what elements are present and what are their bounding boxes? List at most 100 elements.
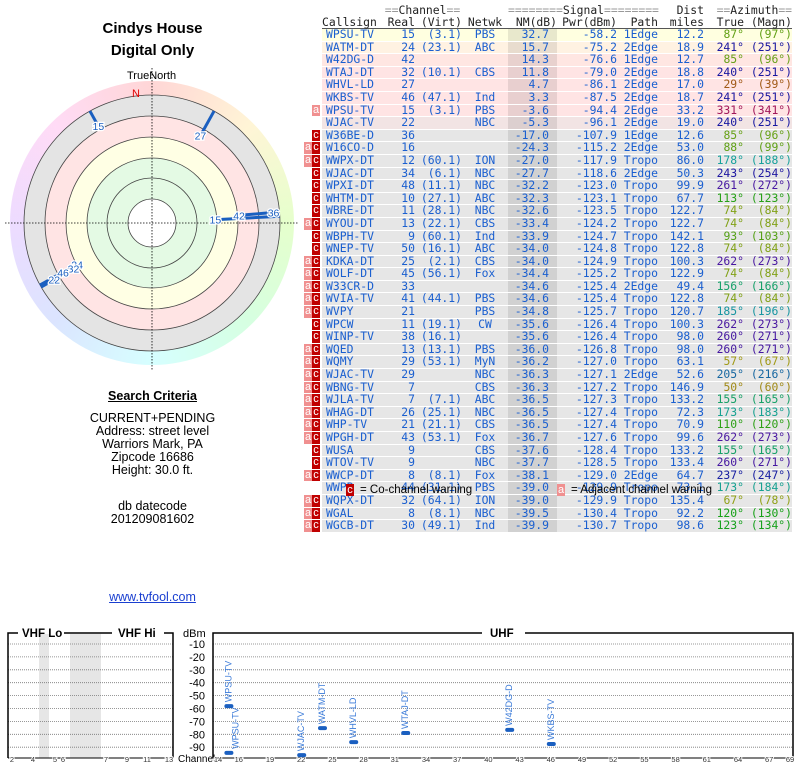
adjacent-warning-icon: a: [304, 418, 312, 431]
x-tick-label: 16: [235, 755, 243, 764]
adjacent-warning-icon: a: [304, 279, 312, 293]
warning-flags: c: [300, 242, 322, 256]
warning-flags: ac: [300, 405, 322, 420]
x-tick-label: 43: [515, 755, 523, 764]
x-tick-label: 11: [143, 755, 151, 764]
warning-flags: c: [300, 331, 322, 344]
co-channel-warning-icon: c: [312, 179, 320, 192]
co-channel-warning-icon: c: [312, 242, 320, 255]
co-channel-warning-icon: c: [312, 418, 320, 431]
station-channel-label: 36: [268, 207, 280, 219]
adjacent-warning-icon: a: [304, 153, 312, 167]
vhf-lo-title: VHF Lo: [22, 628, 62, 640]
co-channel-warning-icon: c: [312, 393, 320, 406]
adjacent-warning-icon: a: [304, 431, 312, 444]
warning-flags: [300, 91, 322, 105]
co-channel-warning-icon: c: [312, 305, 320, 318]
warning-flags: c: [300, 167, 322, 181]
x-tick-label: 67: [765, 755, 773, 764]
co-channel-warning-icon: c: [312, 493, 320, 507]
co-channel-warning-icon: c: [312, 368, 320, 381]
station-channel-label: 22: [48, 274, 60, 286]
report-title: Cindys House: [102, 20, 203, 37]
cell-netwk: NBC: [462, 117, 509, 130]
x-tick-label: 25: [328, 755, 336, 764]
warning-flags: [300, 28, 322, 42]
x-tick-label: 52: [609, 755, 617, 764]
cell-pwr: -130.7: [557, 520, 618, 533]
signal-marker: [546, 741, 556, 746]
warning-flags: c: [300, 444, 322, 458]
x-tick-label: 5: [53, 755, 57, 764]
adjacent-warning-icon: a: [304, 519, 312, 532]
y-tick-label: -50: [189, 691, 205, 703]
x-tick-label: 2: [10, 755, 14, 764]
cell-netwk: CW: [462, 318, 509, 332]
adjacent-flag-icon: a: [557, 484, 565, 496]
y-tick-label: -30: [189, 665, 205, 677]
cell-miles: 98.6: [658, 520, 705, 533]
station-channel-label: 15: [92, 121, 104, 133]
co-channel-warning-icon: c: [312, 267, 320, 280]
y-tick-label: -10: [189, 639, 205, 651]
tvfool-link[interactable]: www.tvfool.com: [109, 590, 196, 604]
x-axis-label: Channel: [178, 754, 215, 765]
x-tick-label: 31: [391, 755, 399, 764]
cell-virt: [415, 116, 463, 130]
co-channel-warning-icon: c: [312, 254, 320, 268]
adjacent-warning-icon: a: [304, 468, 312, 482]
signal-marker: [318, 726, 327, 731]
co-channel-warning-icon: c: [312, 317, 320, 331]
signal-marker: [297, 753, 307, 758]
x-tick-label: 55: [640, 755, 648, 764]
polar-plot: N152442322746152236: [5, 68, 298, 370]
cell-callsign: WGCB-DT: [322, 520, 383, 533]
warning-flags: [300, 41, 322, 55]
legend-co-text: = Co-channel warning: [360, 484, 473, 496]
signal-marker-label: WTAJ-DT: [400, 690, 410, 729]
signal-marker-label: WPSU-TV: [230, 707, 240, 749]
station-channel-label: 15: [210, 215, 222, 227]
co-channel-flag-icon: c: [346, 484, 354, 496]
warning-flags: ac: [300, 520, 322, 533]
legend-co-channel: c = Co-channel warning: [346, 484, 472, 496]
signal-marker-label: WPSU-TV: [223, 661, 233, 703]
x-tick-label: 49: [578, 755, 586, 764]
warning-flags: c: [300, 229, 322, 244]
spectrum-chart: -10-20-30-40-50-60-70-80-90 VHF Lo VHF Hi U…: [7, 628, 795, 765]
cell-virt: (23.1): [415, 41, 463, 55]
x-tick-label: 14: [214, 755, 222, 764]
warning-flags: c: [300, 191, 322, 206]
signal-marker-label: WKBS-TV: [546, 699, 556, 740]
cell-netwk: Fox: [462, 268, 509, 281]
cell-netwk: ABC: [462, 41, 509, 55]
legend-adjacent: a = Adjacent channel warning: [557, 484, 712, 496]
x-tick-label: 9: [125, 755, 129, 764]
warning-flags: [300, 53, 322, 67]
x-tick-label: 58: [671, 755, 679, 764]
x-tick-label: 37: [453, 755, 461, 764]
warning-flags: ac: [300, 254, 322, 269]
adjacent-warning-icon: a: [304, 380, 312, 394]
cell-virt: [415, 368, 463, 382]
adjacent-warning-icon: a: [304, 493, 312, 507]
adjacent-warning-icon: a: [312, 103, 320, 117]
signal-marker-label: WATM-DT: [317, 682, 327, 724]
co-channel-warning-icon: c: [312, 456, 320, 469]
warning-flags: ac: [300, 305, 322, 319]
warning-flags: ac: [300, 468, 322, 483]
co-channel-warning-icon: c: [312, 229, 320, 243]
warning-flags: c: [300, 205, 322, 218]
co-channel-warning-icon: c: [312, 191, 320, 205]
warning-flags: ac: [300, 217, 322, 231]
station-channel-label: 32: [68, 263, 80, 275]
cell-magn: (134°): [744, 520, 793, 533]
x-tick-label: 6: [61, 755, 65, 764]
legend-adj-text: = Adjacent channel warning: [571, 484, 712, 496]
co-channel-warning-icon: c: [312, 342, 320, 356]
adjacent-warning-icon: a: [304, 405, 312, 419]
signal-marker: [224, 750, 234, 755]
warning-flags: ac: [300, 419, 322, 432]
search-criteria: CURRENT+PENDING Address: street level Wa…: [0, 412, 305, 477]
warning-flags: c: [300, 317, 322, 332]
